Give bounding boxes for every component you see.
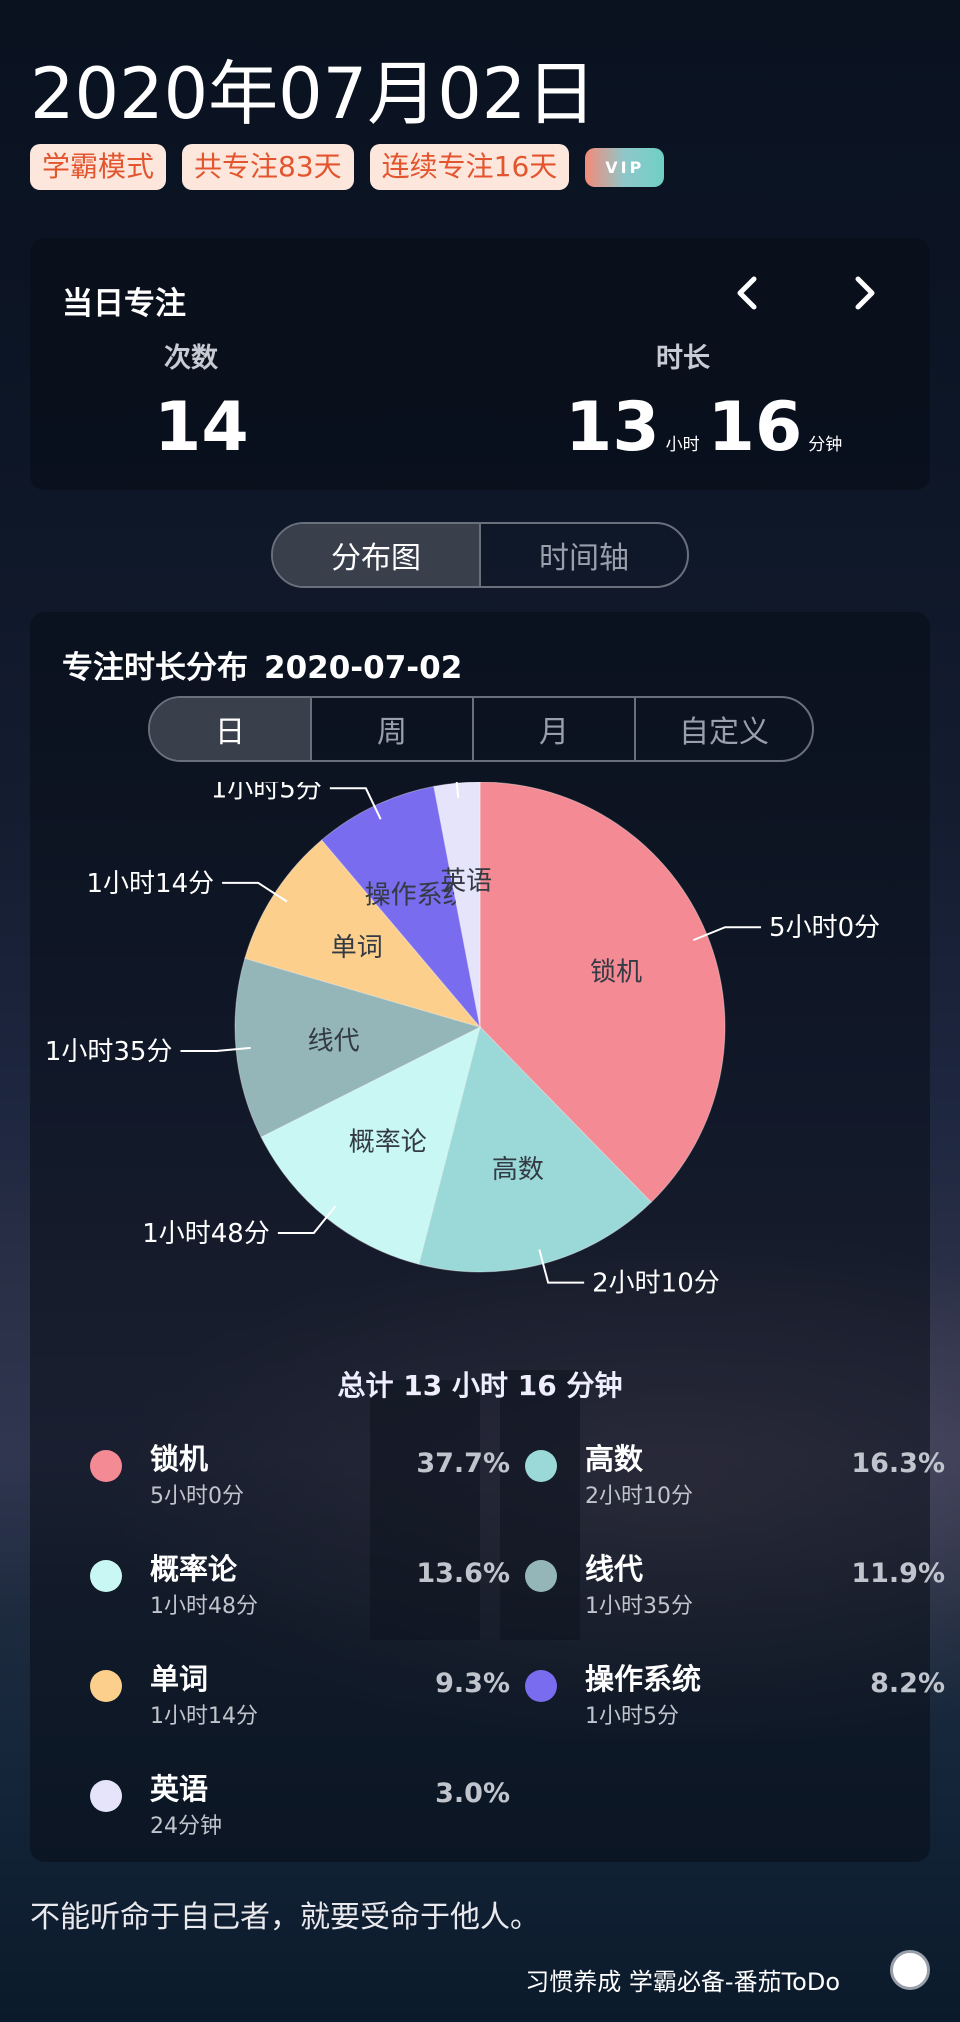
legend-color-dot [525, 1450, 557, 1482]
legend-percent: 8.2% [870, 1668, 945, 1699]
legend-item[interactable]: 概率论 1小时48分 13.6% [90, 1544, 510, 1624]
legend-color-dot [525, 1560, 557, 1592]
prev-day-button[interactable] [722, 268, 772, 318]
legend-color-dot [90, 1780, 122, 1812]
vip-badge[interactable]: VIP [585, 147, 665, 187]
legend-duration: 1小时48分 [150, 1594, 258, 1619]
badge-study-mode: 学霸模式 [30, 144, 167, 190]
daily-focus-card: 当日专注 次数 14 时长 13 小时 16 分钟 [30, 238, 930, 490]
badge-streak-days: 连续专注16天 [369, 144, 570, 190]
legend-color-dot [90, 1560, 122, 1592]
slice-name-label: 单词 [331, 933, 383, 963]
legend-name: 线代 [585, 1552, 644, 1586]
focus-pie-chart: 锁机 5小时0分高数 2小时10分 概率论 1小时48分 线代 1小时35分 单词 1小时14分… [45, 782, 880, 1299]
quote-text: 不能听命于自己者，就要受命于他人。 [30, 1900, 540, 1935]
duration-label: 时长 [656, 343, 710, 374]
distribution-card: 专注时长分布 2020-07-02 日 周 月 自定义 锁机 5小时0分 高数 2小时1… [30, 612, 945, 1862]
slice-duration-label: 1小时35分 [45, 1037, 173, 1067]
tab-week[interactable]: 周 [312, 698, 474, 760]
legend-duration: 1小时14分 [150, 1704, 258, 1729]
tab-month[interactable]: 月 [474, 698, 636, 760]
tab-distribution[interactable]: 分布图 [273, 524, 481, 586]
badge-total-days: 共专注83天 [182, 144, 354, 190]
legend-percent: 37.7% [416, 1448, 510, 1479]
slice-duration-label: 1小时14分 [86, 869, 214, 899]
legend-item[interactable]: 线代 1小时35分 11.9% [525, 1544, 945, 1624]
legend-duration: 5小时0分 [150, 1484, 244, 1509]
slice-name-label: 英语 [440, 867, 492, 897]
duration-hours: 13 [565, 388, 660, 467]
total-duration: 总计 13 小时 16 分钟 [337, 1369, 623, 1402]
footer-slogan: 习惯养成 学霸必备-番茄ToDo [525, 1968, 840, 1996]
count-label: 次数 [164, 343, 218, 374]
slice-name-label: 概率论 [349, 1127, 427, 1157]
distribution-title: 专注时长分布 2020-07-02 [62, 650, 463, 686]
next-day-button[interactable] [840, 268, 890, 318]
legend-name: 锁机 [150, 1442, 209, 1476]
slice-duration-label: 1小时48分 [142, 1219, 270, 1249]
legend-name: 单词 [150, 1662, 209, 1696]
hours-unit: 小时 [665, 435, 700, 455]
legend-name: 概率论 [150, 1552, 238, 1586]
period-toggle: 日 周 月 自定义 [148, 696, 814, 762]
legend-item[interactable]: 单词 1小时14分 9.3% [90, 1654, 510, 1734]
slice-duration-label: 5小时0分 [769, 913, 880, 943]
legend-duration: 2小时10分 [585, 1484, 693, 1509]
view-toggle: 分布图 时间轴 [271, 522, 689, 588]
legend-percent: 13.6% [416, 1558, 510, 1589]
daily-focus-title: 当日专注 [62, 286, 186, 322]
slice-name-label: 线代 [308, 1026, 360, 1056]
app-logo-icon[interactable]: ☺ [890, 1950, 930, 1990]
count-value: 14 [154, 388, 249, 467]
tab-day[interactable]: 日 [150, 698, 312, 760]
legend-percent: 16.3% [851, 1448, 945, 1479]
slice-name-label: 锁机 [590, 958, 642, 988]
minutes-unit: 分钟 [808, 435, 843, 455]
legend-percent: 9.3% [435, 1668, 510, 1699]
legend-duration: 1小时35分 [585, 1594, 693, 1619]
badge-row: 学霸模式 共专注83天 连续专注16天 VIP [30, 144, 665, 190]
legend-color-dot [525, 1670, 557, 1702]
slice-duration-label: 2小时10分 [592, 1269, 720, 1299]
duration-minutes: 16 [707, 388, 803, 467]
tab-custom[interactable]: 自定义 [636, 698, 812, 760]
legend-percent: 3.0% [435, 1778, 510, 1809]
slice-name-label: 高数 [492, 1155, 544, 1185]
legend-name: 英语 [150, 1772, 209, 1806]
legend-color-dot [90, 1450, 122, 1482]
legend-color-dot [90, 1670, 122, 1702]
legend-item[interactable]: 高数 2小时10分 16.3% [525, 1434, 945, 1514]
chevron-left-icon [737, 276, 757, 310]
legend-duration: 1小时5分 [585, 1704, 679, 1729]
legend-duration: 24分钟 [150, 1814, 222, 1839]
chevron-right-icon [855, 276, 875, 310]
page-date: 2020年07月02日 [30, 53, 597, 135]
legend-name: 操作系统 [585, 1662, 702, 1696]
tab-timeline[interactable]: 时间轴 [481, 524, 687, 586]
legend-item[interactable]: 英语 24分钟 3.0% [90, 1764, 510, 1844]
slice-duration-label: 1小时5分 [211, 782, 322, 804]
legend-item[interactable]: 操作系统 1小时5分 8.2% [525, 1654, 945, 1734]
distribution-date: 2020-07-02 [264, 650, 463, 686]
legend-name: 高数 [585, 1442, 644, 1476]
legend-percent: 11.9% [851, 1558, 945, 1589]
legend-item[interactable]: 锁机 5小时0分 37.7% [90, 1434, 510, 1514]
duration-value: 13 小时 16 分钟 [565, 388, 850, 467]
